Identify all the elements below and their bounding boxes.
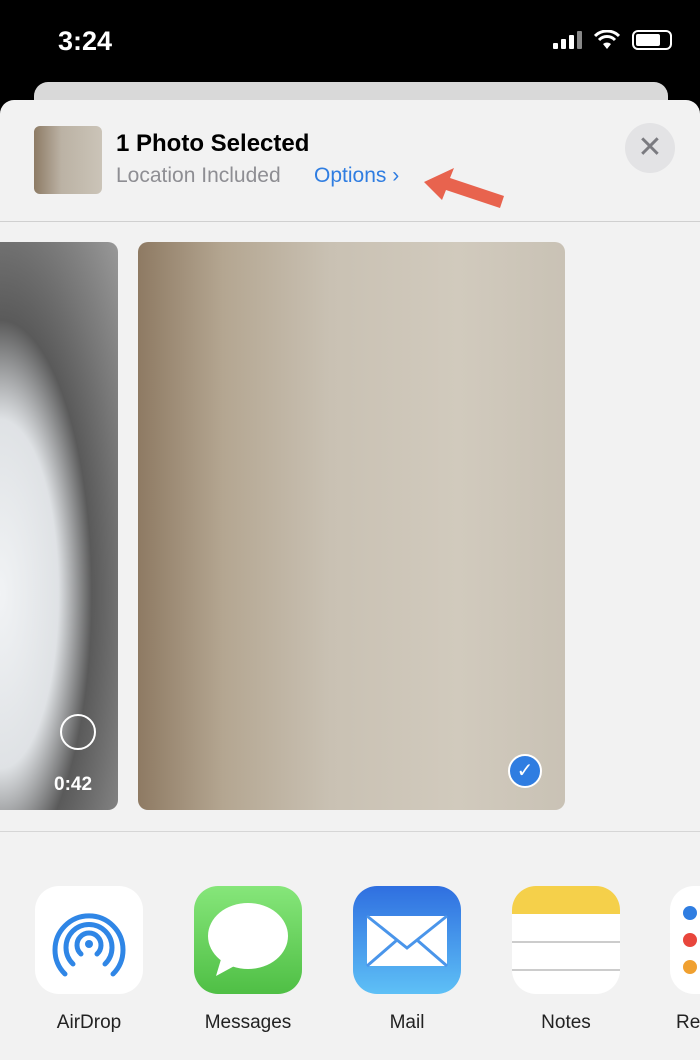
reminders-icon — [670, 886, 700, 994]
video-thumbnail[interactable]: 0:42 — [0, 242, 118, 810]
app-label: Notes — [541, 1012, 591, 1033]
app-label: AirDrop — [56, 1012, 122, 1033]
app-reminders[interactable]: Re — [670, 886, 700, 1034]
location-status: Location Included — [116, 164, 281, 187]
share-title: 1 Photo Selected — [116, 130, 310, 157]
messages-icon — [194, 886, 302, 994]
battery-icon — [632, 30, 672, 50]
app-airdrop[interactable]: AirDrop — [34, 886, 144, 1034]
share-header: 1 Photo Selected Location Included Optio… — [0, 100, 700, 222]
chevron-right-icon: › — [392, 164, 400, 187]
status-icons — [553, 30, 672, 50]
cellular-signal-icon — [553, 31, 582, 49]
video-duration: 0:42 — [54, 774, 93, 795]
selected-photo-thumbnail — [34, 126, 102, 194]
checkmark-icon[interactable]: ✓ — [508, 754, 542, 788]
notes-icon — [512, 886, 620, 994]
photo-strip[interactable]: 0:42 ✓ — [0, 222, 700, 832]
app-messages[interactable]: Messages — [193, 886, 303, 1034]
app-label: Mail — [389, 1012, 425, 1033]
options-button[interactable]: Options › — [314, 164, 399, 188]
mail-icon — [353, 886, 461, 994]
app-label: Re — [676, 1012, 700, 1033]
selection-circle-icon[interactable] — [60, 714, 96, 750]
status-time: 3:24 — [58, 26, 113, 56]
close-button[interactable]: ✕ — [625, 123, 675, 173]
options-label: Options — [314, 164, 387, 187]
wifi-icon — [594, 30, 620, 49]
annotation-arrow-icon — [424, 168, 504, 208]
app-mail[interactable]: Mail — [352, 886, 462, 1034]
app-label: Messages — [204, 1012, 292, 1033]
airdrop-icon — [35, 886, 143, 994]
photo-thumbnail-selected[interactable]: ✓ — [138, 242, 565, 810]
app-notes[interactable]: Notes — [511, 886, 621, 1034]
